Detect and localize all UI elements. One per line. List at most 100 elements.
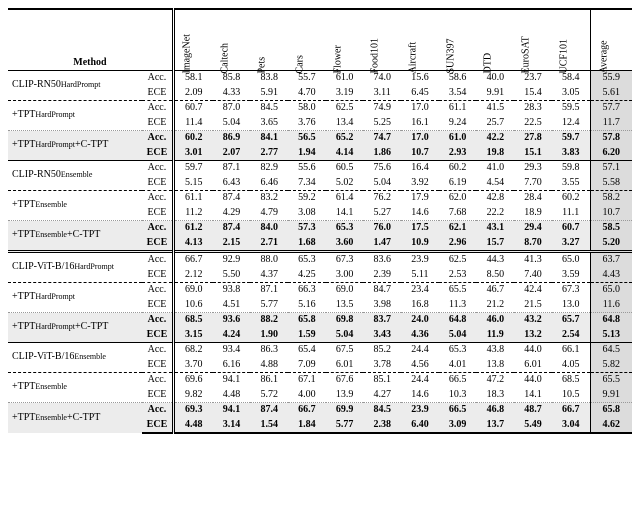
table-row: CLIP-RN50HardPromptAcc.58.185.883.855.76… xyxy=(8,71,632,86)
value-cell: 64.5 xyxy=(590,343,632,358)
value-cell: 59.7 xyxy=(552,131,590,146)
value-cell: 5.04 xyxy=(213,116,251,131)
value-cell: 6.20 xyxy=(590,146,632,161)
value-cell: 4.37 xyxy=(250,268,288,283)
value-cell: 3.27 xyxy=(552,236,590,252)
value-cell: 4.36 xyxy=(401,328,439,343)
value-cell: 2.53 xyxy=(439,268,477,283)
value-cell: 29.3 xyxy=(514,161,552,176)
method-cell: CLIP-ViT-B/16Ensemble xyxy=(8,343,142,373)
value-cell: 3.92 xyxy=(401,176,439,191)
value-cell: 5.02 xyxy=(326,176,364,191)
value-cell: 22.2 xyxy=(476,206,514,221)
value-cell: 65.7 xyxy=(552,313,590,328)
value-cell: 6.45 xyxy=(401,86,439,101)
value-cell: 60.2 xyxy=(552,191,590,206)
value-cell: 86.1 xyxy=(250,373,288,388)
value-cell: 65.3 xyxy=(439,343,477,358)
value-cell: 24.4 xyxy=(401,343,439,358)
value-cell: 1.86 xyxy=(363,146,401,161)
value-cell: 4.00 xyxy=(288,388,326,403)
value-cell: 68.2 xyxy=(173,343,212,358)
table-row: +TPTHardPromptAcc.60.787.084.558.062.574… xyxy=(8,101,632,116)
col-imagenet: ImageNet xyxy=(173,9,212,71)
value-cell: 4.54 xyxy=(476,176,514,191)
value-cell: 14.6 xyxy=(401,388,439,403)
metric-cell: ECE xyxy=(142,388,173,403)
value-cell: 85.1 xyxy=(363,373,401,388)
value-cell: 4.29 xyxy=(213,206,251,221)
method-cell: +TPTHardPrompt xyxy=(8,101,142,131)
value-cell: 3.78 xyxy=(363,358,401,373)
metric-cell: Acc. xyxy=(142,101,173,116)
results-table: Method ImageNet Caltech Pets Cars Flower… xyxy=(8,8,632,434)
value-cell: 62.1 xyxy=(439,221,477,236)
value-cell: 2.12 xyxy=(173,268,212,283)
value-cell: 65.5 xyxy=(439,283,477,298)
value-cell: 66.5 xyxy=(439,403,477,418)
value-cell: 3.59 xyxy=(552,268,590,283)
value-cell: 46.7 xyxy=(476,283,514,298)
value-cell: 46.0 xyxy=(476,313,514,328)
value-cell: 7.40 xyxy=(514,268,552,283)
value-cell: 67.3 xyxy=(326,252,364,268)
method-cell: +TPTHardPrompt xyxy=(8,283,142,313)
value-cell: 83.7 xyxy=(363,313,401,328)
value-cell: 17.5 xyxy=(401,221,439,236)
value-cell: 19.8 xyxy=(476,146,514,161)
value-cell: 10.7 xyxy=(590,206,632,221)
value-cell: 14.1 xyxy=(326,206,364,221)
value-cell: 3.15 xyxy=(173,328,212,343)
value-cell: 8.50 xyxy=(476,268,514,283)
value-cell: 10.9 xyxy=(401,236,439,252)
value-cell: 60.7 xyxy=(552,221,590,236)
value-cell: 44.3 xyxy=(476,252,514,268)
value-cell: 4.48 xyxy=(173,418,212,434)
value-cell: 3.65 xyxy=(250,116,288,131)
value-cell: 43.2 xyxy=(514,313,552,328)
value-cell: 82.9 xyxy=(250,161,288,176)
value-cell: 2.93 xyxy=(439,146,477,161)
method-cell: +TPTEnsemble+C-TPT xyxy=(8,221,142,252)
value-cell: 3.09 xyxy=(439,418,477,434)
value-cell: 6.01 xyxy=(326,358,364,373)
value-cell: 75.6 xyxy=(363,161,401,176)
value-cell: 62.5 xyxy=(326,101,364,116)
value-cell: 60.2 xyxy=(439,161,477,176)
metric-cell: Acc. xyxy=(142,71,173,86)
value-cell: 3.05 xyxy=(552,86,590,101)
value-cell: 86.9 xyxy=(213,131,251,146)
method-cell: +TPTEnsemble xyxy=(8,191,142,221)
value-cell: 3.60 xyxy=(326,236,364,252)
value-cell: 17.0 xyxy=(401,131,439,146)
value-cell: 4.88 xyxy=(250,358,288,373)
value-cell: 60.5 xyxy=(326,161,364,176)
col-food101: Food101 xyxy=(363,9,401,71)
value-cell: 67.3 xyxy=(552,283,590,298)
value-cell: 6.43 xyxy=(213,176,251,191)
method-cell: CLIP-RN50Ensemble xyxy=(8,161,142,191)
value-cell: 67.1 xyxy=(288,373,326,388)
value-cell: 3.55 xyxy=(552,176,590,191)
value-cell: 4.13 xyxy=(173,236,212,252)
value-cell: 4.14 xyxy=(326,146,364,161)
value-cell: 3.14 xyxy=(213,418,251,434)
value-cell: 1.47 xyxy=(363,236,401,252)
value-cell: 5.61 xyxy=(590,86,632,101)
value-cell: 16.4 xyxy=(401,161,439,176)
value-cell: 47.2 xyxy=(476,373,514,388)
value-cell: 69.9 xyxy=(326,403,364,418)
col-eurosat: EuroSAT xyxy=(514,9,552,71)
value-cell: 61.2 xyxy=(173,221,212,236)
value-cell: 27.8 xyxy=(514,131,552,146)
value-cell: 65.3 xyxy=(326,221,364,236)
value-cell: 5.77 xyxy=(326,418,364,434)
value-cell: 74.9 xyxy=(363,101,401,116)
value-cell: 5.11 xyxy=(401,268,439,283)
value-cell: 58.2 xyxy=(590,191,632,206)
value-cell: 61.0 xyxy=(439,131,477,146)
metric-cell: ECE xyxy=(142,146,173,161)
value-cell: 44.0 xyxy=(514,343,552,358)
value-cell: 55.9 xyxy=(590,71,632,86)
table-row: +TPTEnsemble+C-TPTAcc.61.287.484.057.365… xyxy=(8,221,632,236)
